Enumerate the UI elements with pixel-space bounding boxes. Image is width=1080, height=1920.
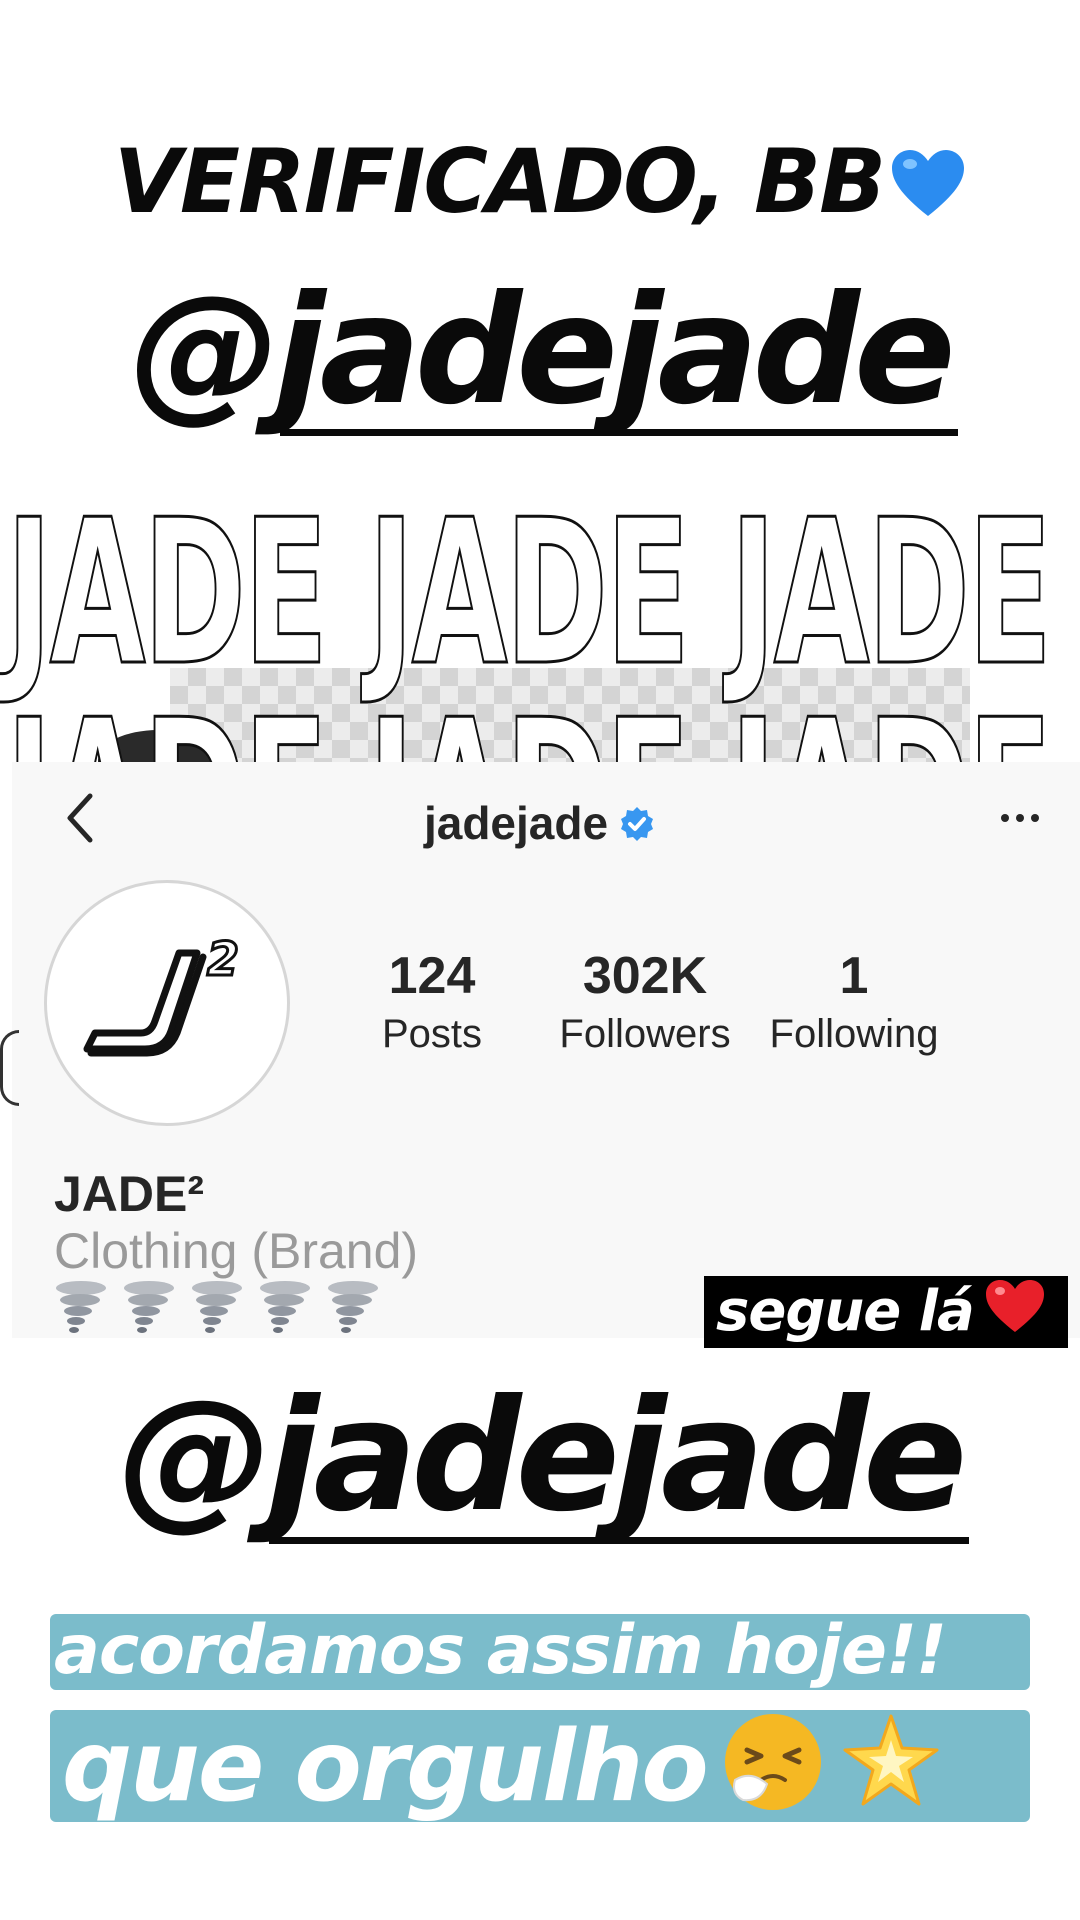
tornado-icon bbox=[122, 1280, 176, 1336]
svg-text:2: 2 bbox=[207, 932, 239, 986]
jade-row-top: JADE JADE JADE bbox=[5, 498, 1080, 710]
blue-heart-icon bbox=[890, 144, 966, 232]
bio-emoji-row bbox=[54, 1280, 394, 1340]
jade-word: JADE bbox=[729, 692, 1053, 768]
banner-line-2: que orgulho bbox=[62, 1710, 709, 1824]
jade-word: JADE bbox=[5, 692, 329, 768]
jade-word: JADE bbox=[5, 498, 329, 710]
mention-top-text: @jadejade bbox=[130, 264, 958, 438]
stat-posts-value: 124 bbox=[388, 947, 476, 1005]
verified-badge-icon bbox=[618, 800, 656, 854]
stat-following[interactable]: 1 Following bbox=[756, 950, 952, 1054]
profile-category: Clothing (Brand) bbox=[54, 1223, 419, 1279]
jade-word: JADE bbox=[367, 692, 691, 768]
headline-verificado: VERIFICADO, BB bbox=[0, 138, 1080, 232]
banner-orgulho: que orgulho bbox=[50, 1710, 1030, 1824]
mention-bottom[interactable]: @jadejade bbox=[0, 1367, 1080, 1546]
jade-wordmark-graphic: JADEJADEJADE JADEJADEJADE bbox=[0, 498, 1080, 768]
segue-la-sticker: segue lá bbox=[704, 1276, 1068, 1348]
jade-word: JADE bbox=[367, 498, 691, 710]
stat-followers-value: 302K bbox=[582, 947, 708, 1005]
profile-display-name: JADE² bbox=[54, 1166, 205, 1222]
glowing-star-icon bbox=[839, 1710, 943, 1837]
stat-following-value: 1 bbox=[839, 947, 869, 1005]
stat-posts[interactable]: 124 Posts bbox=[352, 950, 512, 1054]
jade-row-bottom: JADE JADE JADE bbox=[5, 692, 1080, 768]
sneezing-face-icon bbox=[721, 1710, 825, 1837]
tornado-icon bbox=[326, 1280, 380, 1336]
mention-top[interactable]: @jadejade bbox=[0, 264, 1080, 438]
stat-following-label: Following bbox=[769, 1012, 939, 1056]
sticker-text: segue lá bbox=[716, 1279, 975, 1344]
profile-avatar[interactable]: 2 bbox=[44, 880, 290, 1126]
profile-username: jadejade bbox=[0, 796, 1080, 854]
jade-word: JADE bbox=[729, 498, 1053, 710]
tornado-icon bbox=[54, 1280, 108, 1336]
banner-line-1: acordamos assim hoje!! bbox=[54, 1611, 947, 1690]
stat-posts-label: Posts bbox=[381, 1012, 483, 1056]
username-text: jadejade bbox=[423, 797, 609, 849]
banner-acordamos: acordamos assim hoje!! bbox=[50, 1614, 1030, 1690]
stat-followers[interactable]: 302K Followers bbox=[540, 950, 750, 1054]
more-dots-icon[interactable] bbox=[998, 806, 1042, 830]
j2-logo-icon: 2 bbox=[83, 931, 241, 1057]
edge-arc bbox=[0, 1030, 19, 1106]
stat-followers-label: Followers bbox=[559, 1012, 731, 1056]
red-heart-icon bbox=[984, 1278, 1046, 1352]
mention-bottom-text: @jadejade bbox=[118, 1367, 970, 1546]
tornado-icon bbox=[190, 1280, 244, 1336]
tornado-icon bbox=[258, 1280, 312, 1336]
headline-text: VERIFICADO, BB bbox=[113, 130, 886, 233]
